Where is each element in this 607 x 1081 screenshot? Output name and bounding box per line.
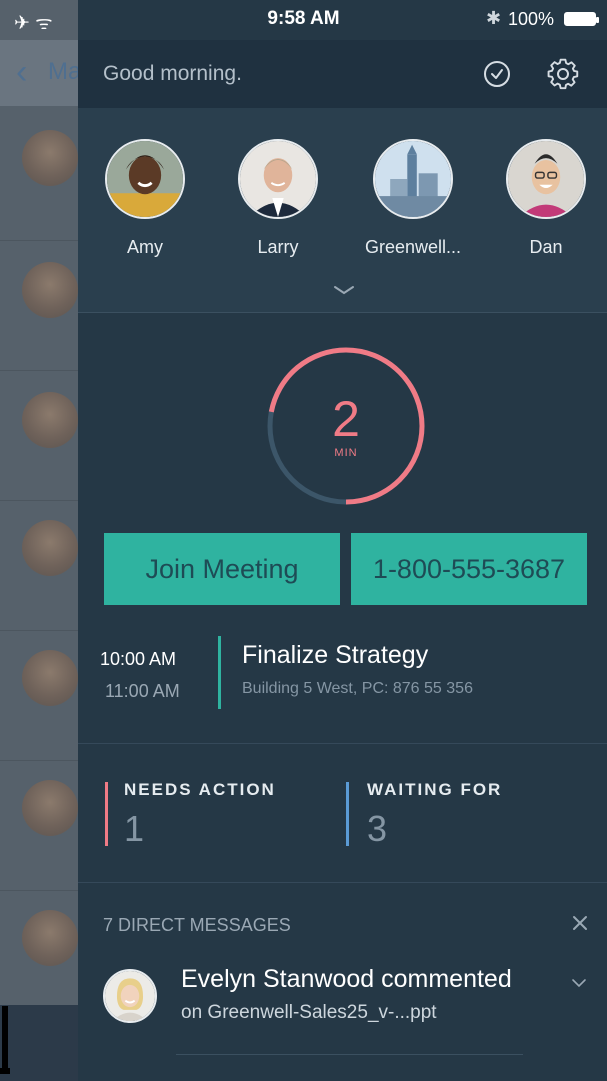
countdown-unit: MIN <box>334 447 358 459</box>
tasks-summary: NEEDS ACTION 1 WAITING FOR 3 <box>78 743 607 883</box>
join-meeting-button[interactable]: Join Meeting <box>104 533 340 605</box>
avatar[interactable] <box>373 139 453 219</box>
next-meeting-section: 2 MIN Join Meeting 1-800-555-3687 10:00 … <box>78 313 607 743</box>
divider <box>176 1054 523 1055</box>
avatar[interactable] <box>506 139 586 219</box>
favorite-person[interactable]: Dan <box>498 139 594 258</box>
divider <box>0 240 78 241</box>
divider <box>0 890 78 891</box>
waiting-for-label: WAITING FOR <box>367 780 503 799</box>
avatar[interactable] <box>238 139 318 219</box>
background-avatar <box>22 910 78 966</box>
today-panel: Good morning. Amy Larry Greenwell... Dan… <box>78 0 607 1081</box>
greeting-text: Good morning. <box>103 62 242 85</box>
battery-percent: 100% <box>508 9 555 29</box>
meeting-title[interactable]: Finalize Strategy <box>242 641 428 670</box>
waiting-for-count: 3 <box>367 808 388 849</box>
image-artifact <box>0 1068 10 1074</box>
favorites-row: Amy Larry Greenwell... Dan <box>78 108 607 313</box>
message-subtitle: on Greenwell-Sales25_v-...ppt <box>181 1002 437 1023</box>
divider <box>0 370 78 371</box>
background-avatar <box>22 780 78 836</box>
meeting-end-time: 11:00 AM <box>105 681 180 701</box>
background-avatar <box>22 392 78 448</box>
needs-action-label: NEEDS ACTION <box>124 780 276 799</box>
avatar <box>103 969 157 1023</box>
battery-icon <box>564 12 599 26</box>
dial-in-button[interactable]: 1-800-555-3687 <box>351 533 587 605</box>
back-label[interactable]: Ma <box>48 58 81 86</box>
favorite-name: Amy <box>127 237 163 257</box>
status-bar: ✈ ᯤ 9:58 AM ✱ 100% <box>0 0 607 40</box>
avatar[interactable] <box>105 139 185 219</box>
waiting-for-bar <box>346 782 349 846</box>
close-icon[interactable] <box>568 911 592 935</box>
bluetooth-icon: ✱ <box>486 8 502 28</box>
background-avatar <box>22 650 78 706</box>
message-title: Evelyn Stanwood commented <box>181 965 512 993</box>
divider <box>0 630 78 631</box>
favorite-name: Dan <box>529 237 563 257</box>
image-artifact <box>2 1006 8 1072</box>
background-avatar <box>22 262 78 318</box>
background-avatar <box>22 130 78 186</box>
direct-messages-section: 7 DIRECT MESSAGES Evelyn Stanwood commen… <box>78 883 607 1081</box>
favorite-person[interactable]: Greenwell... <box>365 139 461 258</box>
background-app: ‹ Ma <box>0 0 81 1081</box>
chevron-down-icon[interactable] <box>333 284 355 296</box>
divider <box>0 500 78 501</box>
panel-header: Good morning. <box>78 40 607 108</box>
background-tab-bar <box>0 1005 78 1081</box>
divider <box>0 760 78 761</box>
background-avatar <box>22 520 78 576</box>
favorite-name: Greenwell... <box>365 237 462 257</box>
countdown-number: 2 <box>332 391 360 447</box>
chevron-down-icon[interactable] <box>571 978 587 988</box>
direct-messages-header: 7 DIRECT MESSAGES <box>103 915 291 935</box>
favorite-name: Larry <box>257 237 299 257</box>
clock-icon[interactable] <box>480 57 514 91</box>
needs-action-bar <box>105 782 108 846</box>
gear-icon[interactable] <box>546 57 580 91</box>
meeting-divider <box>218 636 221 709</box>
meeting-location: Building 5 West, PC: 876 55 356 <box>242 680 473 697</box>
favorite-person[interactable]: Larry <box>230 139 326 258</box>
meeting-start-time: 10:00 AM <box>100 649 177 669</box>
back-chevron-icon[interactable]: ‹ <box>16 52 27 92</box>
needs-action-count: 1 <box>124 808 145 849</box>
favorite-person[interactable]: Amy <box>97 139 193 258</box>
